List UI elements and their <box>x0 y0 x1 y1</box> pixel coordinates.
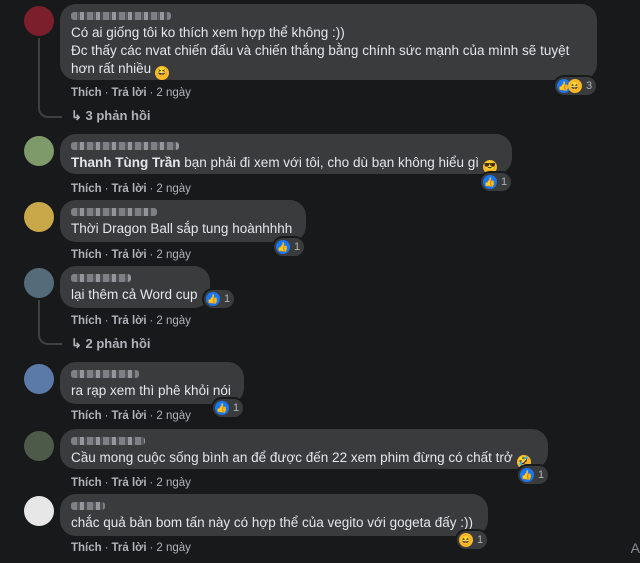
comment-line: Có ai giống tôi ko thích xem hợp thể khô… <box>71 25 570 76</box>
author-name-blurred[interactable] <box>71 370 139 378</box>
author-name-blurred[interactable] <box>71 502 105 510</box>
timestamp[interactable]: 2 ngày <box>156 183 191 195</box>
avatar[interactable] <box>24 496 54 526</box>
author-name-blurred[interactable] <box>71 208 157 216</box>
comment-text: Có ai giống tôi ko thích xem hợp thể khô… <box>71 24 585 80</box>
reaction-summary[interactable]: 😆 1 <box>457 531 488 549</box>
reaction-count: 1 <box>224 293 231 305</box>
reaction-count: 1 <box>538 469 545 481</box>
avatar[interactable] <box>24 202 54 232</box>
emoji-icon: 😎 <box>482 160 497 174</box>
author-name-blurred[interactable] <box>71 274 131 282</box>
comment-text: lại thêm cả Word cup <box>71 287 198 302</box>
reaction-summary[interactable]: 👍 1 <box>274 238 305 256</box>
author-name-blurred[interactable] <box>71 12 171 20</box>
reply-link[interactable]: Trả lời <box>112 315 147 327</box>
comment-bubble: Thanh Tùng Trần bạn phải đi xem với tôi,… <box>60 134 512 174</box>
like-icon: 👍 <box>520 468 534 482</box>
view-replies-link[interactable]: ↳ 3 phản hồi <box>71 108 151 124</box>
timestamp[interactable]: 2 ngày <box>156 542 191 554</box>
reply-link[interactable]: Trả lời <box>112 249 147 261</box>
thread-line <box>38 38 62 118</box>
comment-text: Thời Dragon Ball sắp tung hoànhhhh <box>71 221 293 236</box>
comment-bubble: ra rạp xem thì phê khỏi nói <box>60 362 244 404</box>
reaction-summary[interactable]: 👍 😆 3 <box>555 77 597 95</box>
comment-text: Cầu mong cuộc sống bình an để được đến 2… <box>71 450 531 469</box>
like-link[interactable]: Thích <box>71 87 102 99</box>
avatar[interactable] <box>24 364 54 394</box>
like-icon: 👍 <box>215 401 229 415</box>
avatar[interactable] <box>24 136 54 166</box>
haha-icon: 😆 <box>568 79 582 93</box>
timestamp[interactable]: 2 ngày <box>156 477 191 489</box>
like-link[interactable]: Thích <box>71 542 102 554</box>
reaction-count: 3 <box>586 80 593 92</box>
thread-line <box>38 300 62 345</box>
reply-link[interactable]: Trả lời <box>112 410 147 422</box>
haha-icon: 😆 <box>459 533 473 547</box>
comment-actions: Thích · Trả lời · 2 ngày <box>71 183 191 195</box>
reaction-summary[interactable]: 👍 1 <box>213 399 244 417</box>
reaction-count: 1 <box>501 176 508 188</box>
like-link[interactable]: Thích <box>71 477 102 489</box>
like-icon: 👍 <box>276 240 290 254</box>
timestamp[interactable]: 2 ngày <box>156 410 191 422</box>
mention-link[interactable]: Thanh Tùng Trần <box>71 155 181 170</box>
avatar[interactable] <box>24 268 54 298</box>
avatar[interactable] <box>24 6 54 36</box>
like-icon: 👍 <box>206 292 220 306</box>
reaction-summary[interactable]: 👍 1 <box>204 290 235 308</box>
timestamp[interactable]: 2 ngày <box>156 315 191 327</box>
reaction-summary[interactable]: 👍 1 <box>481 173 512 191</box>
reply-link[interactable]: Trả lời <box>112 183 147 195</box>
like-link[interactable]: Thích <box>71 315 102 327</box>
comment-actions: Thích · Trả lời · 2 ngày <box>71 249 191 261</box>
like-icon: 👍 <box>483 175 497 189</box>
comment-actions: Thích · Trả lời · 2 ngày <box>71 315 191 327</box>
comment-bubble: lại thêm cả Word cup <box>60 266 210 308</box>
reaction-count: 1 <box>477 534 484 546</box>
comment-bubble: chắc quả bản bom tấn này có hợp thể của … <box>60 494 488 536</box>
emoji-icon: 😆 <box>154 66 169 80</box>
comment-text: ra rạp xem thì phê khỏi nói <box>71 383 231 398</box>
timestamp[interactable]: 2 ngày <box>156 249 191 261</box>
author-name-blurred[interactable] <box>71 437 145 445</box>
avatar[interactable] <box>24 431 54 461</box>
comment-bubble: Cầu mong cuộc sống bình an để được đến 2… <box>60 429 548 469</box>
like-link[interactable]: Thích <box>71 249 102 261</box>
edge-letter: A <box>630 540 640 556</box>
author-name-blurred[interactable] <box>71 142 179 150</box>
comment-actions: Thích · Trả lời · 2 ngày <box>71 87 191 99</box>
comment-bubble: Thời Dragon Ball sắp tung hoànhhhh <box>60 200 306 242</box>
comment-actions: Thích · Trả lời · 2 ngày <box>71 477 191 489</box>
reply-link[interactable]: Trả lời <box>112 87 147 99</box>
reaction-summary[interactable]: 👍 1 <box>518 466 549 484</box>
comment-actions: Thích · Trả lời · 2 ngày <box>71 410 191 422</box>
like-link[interactable]: Thích <box>71 183 102 195</box>
reaction-count: 1 <box>294 241 301 253</box>
view-replies-link[interactable]: ↳ 2 phản hồi <box>71 336 151 352</box>
comment-text: chắc quả bản bom tấn này có hợp thể của … <box>71 515 473 530</box>
comment-text: Thanh Tùng Trần bạn phải đi xem với tôi,… <box>71 155 497 174</box>
reply-link[interactable]: Trả lời <box>112 542 147 554</box>
reaction-count: 1 <box>233 402 240 414</box>
like-link[interactable]: Thích <box>71 410 102 422</box>
reply-link[interactable]: Trả lời <box>112 477 147 489</box>
comment-actions: Thích · Trả lời · 2 ngày <box>71 542 191 554</box>
comment-bubble: Có ai giống tôi ko thích xem hợp thể khô… <box>60 4 597 80</box>
timestamp[interactable]: 2 ngày <box>156 87 191 99</box>
